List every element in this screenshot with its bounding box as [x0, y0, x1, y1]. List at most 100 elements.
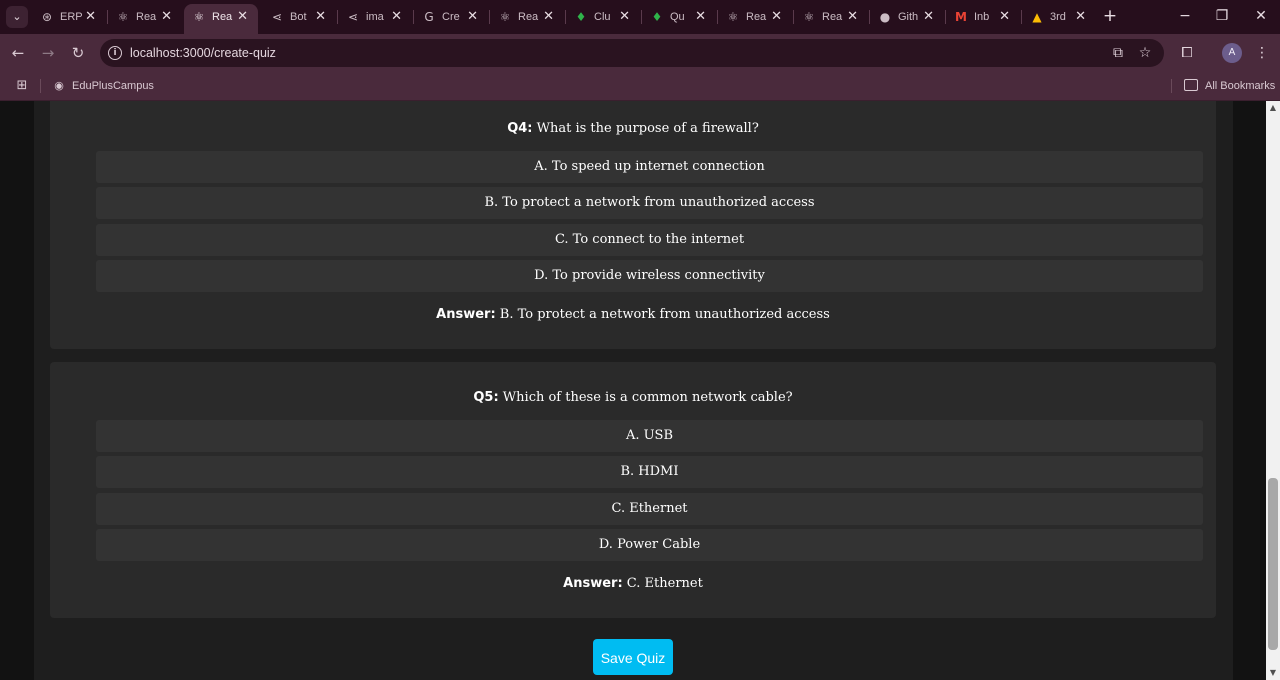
answer-label: Answer:: [436, 307, 496, 322]
profile-avatar[interactable]: A: [1222, 43, 1242, 63]
scroll-thumb[interactable]: [1268, 478, 1278, 650]
tab-title: Clu: [594, 11, 611, 23]
page-viewport: Q4: What is the purpose of a firewall? A…: [0, 101, 1280, 680]
tab-title: Inb: [974, 11, 990, 23]
site-info-icon[interactable]: i: [108, 46, 122, 60]
bookmark-star-icon[interactable]: ☆: [1136, 44, 1154, 62]
option-d[interactable]: D. To provide wireless connectivity: [96, 260, 1203, 292]
answer-text: B. To protect a network from unauthorize…: [499, 307, 830, 322]
scroll-up-arrow-icon[interactable]: ▲: [1266, 101, 1280, 115]
option-a[interactable]: A. USB: [96, 420, 1203, 452]
option-d[interactable]: D. Power Cable: [96, 529, 1203, 561]
browser-tab[interactable]: ⋖ ima ✕: [338, 4, 412, 30]
question-card-q5: Q5: Which of these is a common network c…: [50, 362, 1216, 618]
browser-tab[interactable]: ♦ Qu ✕: [642, 4, 716, 30]
browser-tab[interactable]: ⚛ Rea ✕: [794, 4, 868, 30]
browser-tab-active[interactable]: ⚛ Rea ✕: [184, 4, 258, 34]
tab-title: Bot: [290, 11, 307, 23]
close-icon[interactable]: ✕: [161, 9, 172, 25]
browser-tab[interactable]: ⚛ Rea ✕: [718, 4, 792, 30]
google-icon: G: [424, 10, 434, 24]
close-icon[interactable]: ✕: [619, 9, 630, 25]
browser-tab[interactable]: ⋖ Bot ✕: [262, 4, 336, 30]
option-b[interactable]: B. HDMI: [96, 456, 1203, 488]
close-icon[interactable]: ✕: [467, 9, 478, 25]
close-icon[interactable]: ✕: [85, 9, 96, 25]
browser-tab[interactable]: ▲ 3rd ✕: [1022, 4, 1096, 30]
tab-strip: ⌄ ⊛ ERP ✕ ⚛ Rea ✕ ⚛ Rea ✕ ⋖ Bot ✕ ⋖ ima …: [0, 0, 1280, 34]
forward-arrow-icon[interactable]: →: [37, 42, 59, 64]
browser-tab[interactable]: G Cre ✕: [414, 4, 488, 30]
close-icon[interactable]: ✕: [999, 9, 1010, 25]
answer-label: Answer:: [563, 576, 623, 591]
tab-title: 3rd: [1050, 11, 1066, 23]
question-number: Q5:: [473, 390, 499, 405]
bookmarks-bar: ⊞ ◉ EduPlusCampus All Bookmarks: [0, 72, 1280, 101]
option-c[interactable]: C. To connect to the internet: [96, 224, 1203, 256]
close-icon[interactable]: ✕: [543, 9, 554, 25]
globe-icon: ◉: [54, 79, 64, 92]
share-icon: ⋖: [347, 10, 359, 24]
tab-title: Gith: [898, 11, 919, 23]
browser-tab[interactable]: ♦ Clu ✕: [566, 4, 640, 30]
back-arrow-icon[interactable]: ←: [7, 42, 29, 64]
drive-icon: ▲: [1032, 10, 1042, 24]
bookmark-label: EduPlusCampus: [72, 80, 154, 92]
browser-tab[interactable]: ⊛ ERP ✕: [32, 4, 106, 30]
minimize-icon[interactable]: −: [1173, 6, 1197, 26]
install-app-icon[interactable]: ⧉: [1109, 44, 1127, 62]
close-icon[interactable]: ✕: [1075, 9, 1086, 25]
page-scrollbar[interactable]: ▲ ▼: [1266, 101, 1280, 680]
save-quiz-button[interactable]: Save Quiz: [593, 639, 673, 675]
close-icon[interactable]: ✕: [771, 9, 782, 25]
close-icon[interactable]: ✕: [391, 9, 402, 25]
all-bookmarks-label: All Bookmarks: [1205, 80, 1276, 92]
tab-title: Rea: [212, 11, 233, 23]
share-icon: ⋖: [271, 10, 283, 24]
window-close-icon[interactable]: ✕: [1249, 6, 1273, 26]
reload-icon[interactable]: ↻: [67, 42, 89, 64]
option-c[interactable]: C. Ethernet: [96, 493, 1203, 525]
browser-tab[interactable]: ⚛ Rea ✕: [108, 4, 182, 30]
folder-icon: [1184, 79, 1198, 91]
react-icon: ⚛: [499, 10, 511, 24]
question-number: Q4:: [507, 121, 533, 136]
close-icon[interactable]: ✕: [695, 9, 706, 25]
address-bar[interactable]: i localhost:3000/create-quiz ⧉ ☆: [100, 39, 1164, 67]
option-b[interactable]: B. To protect a network from unauthorize…: [96, 187, 1203, 219]
option-a[interactable]: A. To speed up internet connection: [96, 151, 1203, 183]
new-tab-button[interactable]: +: [1100, 6, 1120, 26]
url-text[interactable]: localhost:3000/create-quiz: [130, 45, 276, 61]
answer-line: Answer: C. Ethernet: [50, 575, 1216, 593]
leaf-icon: ♦: [575, 10, 587, 24]
question-title: Q5: Which of these is a common network c…: [50, 389, 1216, 407]
more-menu-icon[interactable]: ⋮: [1251, 42, 1273, 64]
bookmarks-divider: [40, 79, 41, 93]
leaf-icon: ♦: [651, 10, 663, 24]
tab-title: Rea: [136, 11, 157, 23]
question-text: Which of these is a common network cable…: [502, 390, 793, 405]
browser-tab[interactable]: M Inb ✕: [946, 4, 1020, 30]
question-title: Q4: What is the purpose of a firewall?: [50, 120, 1216, 138]
scroll-down-arrow-icon[interactable]: ▼: [1266, 666, 1280, 680]
tab-title: Cre: [442, 11, 460, 23]
browser-toolbar: ← → ↻ i localhost:3000/create-quiz ⧉ ☆ ⧠…: [0, 34, 1280, 72]
answer-text: C. Ethernet: [626, 576, 703, 591]
github-icon: ●: [879, 10, 891, 24]
answer-line: Answer: B. To protect a network from una…: [50, 306, 1216, 324]
apps-grid-icon[interactable]: ⊞: [14, 78, 30, 94]
openai-icon: ⊛: [41, 10, 53, 24]
tab-title: ERP: [60, 11, 82, 23]
browser-tab[interactable]: ⚛ Rea ✕: [490, 4, 564, 30]
close-icon[interactable]: ✕: [237, 9, 248, 25]
tab-search-chevron-icon[interactable]: ⌄: [6, 6, 28, 28]
restore-icon[interactable]: ❐: [1210, 6, 1234, 26]
close-icon[interactable]: ✕: [315, 9, 326, 25]
close-icon[interactable]: ✕: [923, 9, 934, 25]
question-card-q4: Q4: What is the purpose of a firewall? A…: [50, 101, 1216, 349]
tab-title: ima: [366, 11, 384, 23]
close-icon[interactable]: ✕: [847, 9, 858, 25]
tab-title: Rea: [518, 11, 539, 23]
browser-tab[interactable]: ● Gith ✕: [870, 4, 944, 30]
extensions-puzzle-icon[interactable]: ⧠: [1176, 42, 1198, 64]
